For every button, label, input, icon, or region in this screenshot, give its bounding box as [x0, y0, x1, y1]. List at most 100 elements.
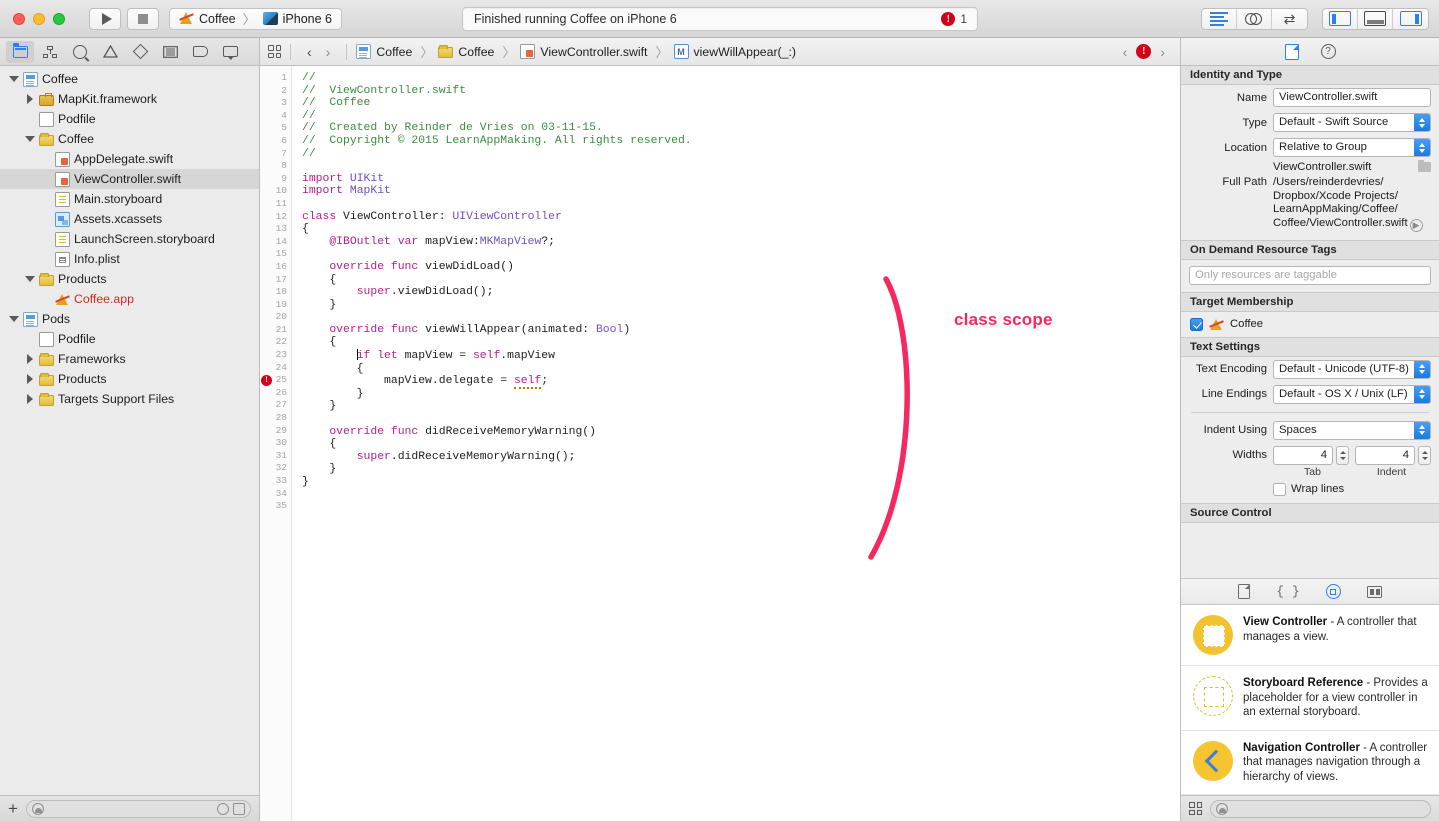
stop-button[interactable] [127, 7, 159, 30]
tab-file-inspector[interactable] [1284, 43, 1299, 60]
line-number[interactable]: 32 [260, 462, 291, 475]
assistant-editor-button[interactable] [1237, 8, 1272, 29]
code-line[interactable]: } [302, 388, 1180, 401]
next-issue-button[interactable]: › [1153, 44, 1172, 60]
type-select[interactable]: Default - Swift Source [1273, 113, 1431, 132]
code-line[interactable]: super.viewDidLoad(); [302, 286, 1180, 299]
reveal-in-finder-icon[interactable]: ▶ [1409, 218, 1423, 232]
tree-item-launchscreen-storyboard[interactable]: LaunchScreen.storyboard [0, 229, 259, 249]
code-line[interactable]: // Copyright © 2015 LearnAppMaking. All … [302, 135, 1180, 148]
code-line[interactable]: { [302, 274, 1180, 287]
breadcrumb-item-4[interactable]: MviewWillAppear(_:) [673, 44, 796, 59]
related-items-icon[interactable] [268, 45, 281, 58]
tab-file-template-library[interactable] [1238, 584, 1251, 599]
tab-quick-help-inspector[interactable]: ? [1320, 44, 1336, 59]
project-tree[interactable]: Coffee MapKit.framework Podfile Coffee AppDe… [0, 66, 259, 795]
go-forward-button[interactable]: › [319, 44, 338, 60]
line-number[interactable]: 9 [260, 173, 291, 186]
tab-test-navigator[interactable] [126, 41, 154, 63]
code-line[interactable] [302, 198, 1180, 211]
issue-indicator-icon[interactable]: ! [1136, 44, 1152, 59]
zoom-window-button[interactable] [53, 12, 65, 25]
close-window-button[interactable] [13, 12, 25, 25]
line-number[interactable]: 29 [260, 425, 291, 438]
disclosure-triangle-icon[interactable] [24, 274, 35, 285]
error-badge-icon[interactable]: ! [941, 12, 956, 26]
tab-code-snippet-library[interactable]: { } [1276, 584, 1299, 599]
source-editor[interactable]: 1 2 3 4 5 6 7 8 9 10 11 12 13 14 15 16 17 18 19 20 21 22 23 24 2… [260, 66, 1180, 821]
breadcrumb-item-3[interactable]: ViewController.swift [520, 44, 647, 59]
code-line[interactable]: } [302, 463, 1180, 476]
tab-project-navigator[interactable] [6, 40, 34, 63]
library-item[interactable]: View Controller - A controller that mana… [1181, 605, 1439, 666]
resource-tags-field[interactable]: Only resources are taggable [1189, 265, 1431, 285]
tree-item-podfile[interactable]: Podfile [0, 109, 259, 129]
indent-width-value[interactable]: 4 [1355, 445, 1415, 465]
filter-input[interactable] [25, 799, 251, 818]
recent-files-filter-icon[interactable] [217, 802, 229, 815]
line-number[interactable]: 27 [260, 399, 291, 412]
error-marker-icon[interactable]: ! [261, 374, 272, 386]
line-number[interactable]: 31 [260, 450, 291, 463]
tree-item-viewcontroller-swift[interactable]: ViewController.swift [0, 169, 259, 189]
tab-report-navigator[interactable] [216, 41, 244, 63]
tree-item-coffee[interactable]: Coffee [0, 129, 259, 149]
line-number[interactable]: 12 [260, 211, 291, 224]
source-control-filter-icon[interactable] [233, 802, 245, 815]
tree-item-podfile[interactable]: Podfile [0, 329, 259, 349]
text-encoding-select[interactable]: Default - Unicode (UTF-8) [1273, 359, 1431, 379]
tree-item-frameworks[interactable]: Frameworks [0, 349, 259, 369]
tab-media-library[interactable] [1366, 585, 1382, 598]
tree-item-targets-support-files[interactable]: Targets Support Files [0, 389, 259, 409]
code-line[interactable]: // ViewController.swift [302, 85, 1180, 98]
previous-issue-button[interactable]: ‹ [1116, 44, 1135, 60]
tree-item-products[interactable]: Products [0, 369, 259, 389]
location-select[interactable]: Relative to Group [1273, 138, 1431, 157]
code-line[interactable] [302, 489, 1180, 502]
line-number[interactable]: 8 [260, 160, 291, 173]
add-item-button[interactable]: + [8, 800, 18, 817]
line-number[interactable]: 17 [260, 274, 291, 287]
scheme-selector[interactable]: Coffee 〉 iPhone 6 [169, 7, 342, 30]
code-line[interactable]: // [302, 148, 1180, 161]
code-line[interactable]: } [302, 400, 1180, 413]
code-line[interactable]: { [302, 363, 1180, 376]
code-line[interactable]: override func didReceiveMemoryWarning() [302, 426, 1180, 439]
toggle-navigator-button[interactable] [1323, 8, 1358, 29]
library-item[interactable]: Storyboard Reference - Provides a placeh… [1181, 666, 1439, 731]
breadcrumb-item-2[interactable]: Coffee [438, 45, 494, 59]
indent-using-select[interactable]: Spaces [1273, 420, 1431, 440]
tree-item-appdelegate-swift[interactable]: AppDelegate.swift [0, 149, 259, 169]
target-checkbox[interactable] [1190, 317, 1203, 331]
line-number[interactable]: 11 [260, 198, 291, 211]
code-line[interactable]: } [302, 476, 1180, 489]
code-line[interactable]: import MapKit [302, 185, 1180, 198]
line-number[interactable]: 1 [260, 72, 291, 85]
tab-width-stepper-arrows[interactable] [1336, 445, 1349, 465]
line-number[interactable]: 20 [260, 311, 291, 324]
tree-item-info-plist[interactable]: Info.plist [0, 249, 259, 269]
code-line[interactable]: { [302, 336, 1180, 349]
line-number[interactable]: 5 [260, 122, 291, 135]
line-number[interactable]: 6 [260, 135, 291, 148]
line-number[interactable]: 10 [260, 185, 291, 198]
line-number[interactable]: 26 [260, 387, 291, 400]
version-editor-button[interactable]: ⇄ [1272, 9, 1307, 29]
code-line[interactable]: class ViewController: UIViewController [302, 211, 1180, 224]
line-number[interactable]: 18 [260, 286, 291, 299]
indent-width-stepper-arrows[interactable] [1418, 445, 1431, 465]
choose-folder-icon[interactable] [1418, 159, 1431, 172]
tree-item-pods[interactable]: Pods [0, 309, 259, 329]
run-button[interactable] [89, 7, 121, 30]
tree-item-mapkit-framework[interactable]: MapKit.framework [0, 89, 259, 109]
name-field[interactable]: ViewController.swift [1273, 88, 1431, 107]
tab-object-library[interactable] [1325, 584, 1341, 599]
line-number[interactable]: 24 [260, 362, 291, 375]
standard-editor-button[interactable] [1202, 8, 1237, 29]
code-line[interactable] [302, 501, 1180, 514]
line-number[interactable]: 22 [260, 336, 291, 349]
target-membership-row[interactable]: Coffee [1181, 312, 1439, 337]
code-line[interactable] [302, 248, 1180, 261]
tab-issue-navigator[interactable] [96, 41, 124, 63]
library-layout-icon[interactable] [1189, 802, 1202, 815]
